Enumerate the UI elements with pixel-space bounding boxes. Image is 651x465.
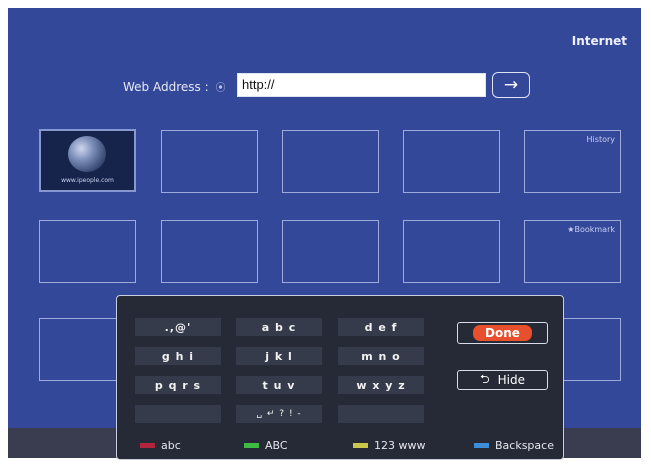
color-key-label: ABC (265, 438, 288, 452)
color-key-label: abc (161, 438, 181, 452)
done-label: Done (473, 325, 532, 341)
key-blank[interactable] (338, 405, 424, 423)
color-key-green[interactable]: ABC (244, 438, 288, 452)
onscreen-keyboard: .,@' a b c d e f g h i j k l m n o p q r… (116, 295, 564, 460)
empty-tile[interactable] (282, 220, 379, 283)
circle-info-icon: ⦿ (215, 83, 226, 94)
web-address-label: Web Address : ⦿ (123, 79, 225, 94)
arrow-right-icon: → (503, 74, 519, 95)
web-address-input[interactable]: http:// (237, 73, 486, 97)
key-space-enter-symbols[interactable]: ␣ ↵ ? ! - (236, 405, 322, 423)
key-mno[interactable]: m n o (338, 347, 424, 365)
app-title: Internet (571, 34, 627, 48)
empty-tile[interactable] (161, 130, 258, 193)
done-button[interactable]: Done (457, 322, 548, 344)
key-blank[interactable] (135, 405, 221, 423)
empty-tile[interactable] (39, 220, 136, 283)
key-abc[interactable]: a b c (236, 318, 322, 336)
thumbnail-url: www.ipeople.com (61, 177, 114, 184)
blue-swatch-icon (474, 442, 489, 448)
hide-label: Hide (497, 373, 525, 387)
globe-icon (68, 136, 106, 172)
color-key-yellow[interactable]: 123 www (353, 438, 425, 452)
empty-tile[interactable] (161, 220, 258, 283)
key-tuv[interactable]: t u v (236, 376, 322, 394)
empty-tile[interactable] (282, 130, 379, 193)
key-def[interactable]: d e f (338, 318, 424, 336)
green-swatch-icon (244, 442, 259, 448)
key-jkl[interactable]: j k l (236, 347, 322, 365)
empty-tile[interactable] (403, 220, 500, 283)
web-address-label-text: Web Address : (123, 80, 209, 94)
key-punctuation[interactable]: .,@' (135, 318, 221, 336)
color-key-label: 123 www (374, 438, 426, 452)
return-arrow-icon: ⮌ (480, 371, 490, 386)
color-key-red[interactable]: abc (140, 438, 181, 452)
color-key-label: Backspace (495, 438, 554, 452)
key-ghi[interactable]: g h i (135, 347, 221, 365)
empty-tile[interactable] (403, 130, 500, 193)
color-key-blue[interactable]: Backspace (474, 438, 554, 452)
go-button[interactable]: → (492, 72, 530, 98)
hide-button[interactable]: ⮌ Hide (457, 370, 548, 390)
yellow-swatch-icon (353, 442, 368, 448)
bookmark-tile[interactable]: ★Bookmark (524, 220, 621, 283)
thumbnail-tile[interactable]: www.ipeople.com (39, 129, 136, 192)
history-tile[interactable]: History (524, 130, 621, 193)
key-wxyz[interactable]: w x y z (338, 376, 424, 394)
key-pqrs[interactable]: p q r s (135, 376, 221, 394)
red-swatch-icon (140, 442, 155, 448)
history-label: History (586, 135, 615, 144)
bookmark-label: ★Bookmark (567, 225, 615, 234)
